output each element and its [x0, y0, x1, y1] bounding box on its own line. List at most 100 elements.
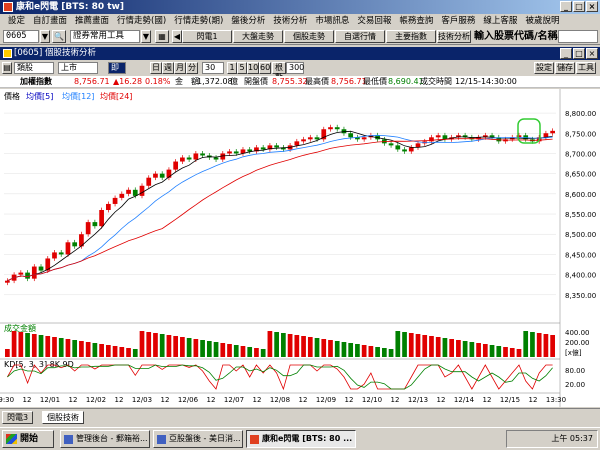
task-asia[interactable]: 亞股盤後 - 美日消... [153, 430, 243, 448]
task-kanghe-label: 康和e閃電 [BTS: 80 ... [262, 434, 353, 443]
toolbar-button-tech-analysis[interactable]: 技術分析 [437, 30, 471, 43]
volume-bar [25, 333, 30, 357]
candle-body [65, 242, 71, 255]
chart-window-icon [3, 49, 12, 58]
chart-svg[interactable]: 價格 均價[5] 均價[12] 均價[24] 8,800.00 8,750.00 8… [0, 89, 600, 407]
settings-button[interactable]: 設定 [534, 62, 554, 74]
volume-bar [85, 342, 91, 357]
volume-bar [132, 349, 138, 357]
code-input[interactable]: 0605 [3, 30, 39, 43]
menu-item-12[interactable]: 被歲說明 [521, 14, 563, 28]
start-button[interactable]: 開始 [2, 430, 54, 448]
minute-10-button[interactable]: 10 [247, 62, 259, 74]
volume-bar [159, 334, 165, 357]
save-button[interactable]: 儲存 [555, 62, 575, 74]
menu-item-11[interactable]: 線上客服 [479, 14, 521, 28]
period-week-button[interactable]: 週 [162, 62, 174, 74]
volume-bar [38, 335, 44, 357]
toolbar-button-watchlist[interactable]: 自選行情 [335, 30, 385, 43]
volume-bar [523, 331, 529, 357]
price-legend-ma12: 均價[12] [62, 91, 94, 101]
minute-1-button[interactable]: 1 [227, 62, 237, 74]
toolbar-button-market-trend[interactable]: 大盤走勢 [233, 30, 283, 43]
grid-icon[interactable]: ▦ [155, 30, 169, 43]
close-button[interactable]: × [586, 1, 598, 12]
volume-bar [45, 336, 51, 357]
inner-close-button[interactable]: × [586, 48, 598, 59]
tab-stock-tech[interactable]: 個股技術 [42, 411, 84, 424]
quote-high-label: 最高價 [305, 77, 329, 86]
count-input[interactable]: 300 [286, 62, 304, 74]
tab-flash3[interactable]: 閃電3 [2, 411, 34, 424]
toolbar-button-flash1[interactable]: 閃電1 [182, 30, 232, 43]
menu-item-7[interactable]: 市場訊息 [311, 14, 353, 28]
quote-low: 8,690.41 [388, 77, 424, 86]
stock-code-input[interactable] [558, 30, 598, 43]
volume-bar [99, 344, 104, 357]
candle-body [260, 147, 266, 150]
candle-body [233, 151, 239, 154]
volume-bar [355, 344, 360, 357]
x-tick-label: 12/14 [454, 396, 475, 404]
indicator-select[interactable]: 即 [108, 62, 126, 74]
arrow-left-icon[interactable]: ◀ [172, 30, 182, 43]
candle-body [31, 266, 37, 279]
minute-60-button[interactable]: 60 [259, 62, 271, 74]
period-day-button[interactable]: 日 [150, 62, 162, 74]
candle-body [186, 157, 192, 160]
quote-name: 加權指數 [20, 77, 52, 86]
menu-item-5[interactable]: 盤後分析 [227, 14, 269, 28]
volume-bar [11, 331, 17, 357]
inner-minimize-button[interactable]: _ [560, 48, 572, 59]
market-select[interactable]: 上市 [58, 62, 98, 74]
menu-item-4[interactable]: 行情走勢(期) [170, 14, 227, 28]
volume-bar [435, 337, 441, 357]
toolbar-button-main-index[interactable]: 主要指數 [386, 30, 436, 43]
stock-input-label: 輸入股票代碼/名稱: [474, 31, 562, 42]
kd-y-tick: 20.00 [565, 381, 585, 389]
tools-button[interactable]: 工具 [576, 62, 596, 74]
minimize-button[interactable]: _ [560, 1, 572, 12]
candle-body [294, 141, 300, 146]
dline-series [7, 364, 553, 390]
period-month-button[interactable]: 月 [174, 62, 186, 74]
app-icon [3, 2, 13, 12]
toolbar-button-stock-trend[interactable]: 個股走勢 [284, 30, 334, 43]
task-admin[interactable]: 管理後台 - 郵箱裕... [60, 430, 150, 448]
menu-item-6[interactable]: 技術分析 [269, 14, 311, 28]
maximize-button[interactable]: □ [573, 1, 585, 12]
category-icon[interactable]: ▤ [2, 62, 12, 74]
volume-bar [536, 333, 542, 357]
x-tick-label: 12/01 [40, 396, 60, 404]
x-tick-label: 12 [161, 396, 170, 404]
technical-chart[interactable]: 價格 均價[5] 均價[12] 均價[24] 8,800.00 8,750.00 8… [0, 89, 600, 407]
tool-dropdown-chevron-down-icon[interactable]: ▼ [141, 30, 151, 43]
menu-item-9[interactable]: 帳務查詢 [395, 14, 437, 28]
interval-select[interactable]: 30 [202, 62, 224, 74]
volume-bar [247, 347, 253, 357]
menu-item-1[interactable]: 自訂畫面 [29, 14, 71, 28]
search-icon[interactable]: 🔍 [52, 30, 66, 43]
volume-bar [530, 332, 535, 357]
volume-bar [294, 335, 300, 357]
candle-body [314, 137, 320, 140]
minute-5-button[interactable]: 5 [237, 62, 247, 74]
menu-item-10[interactable]: 客戶服務 [437, 14, 479, 28]
volume-bar [72, 340, 78, 357]
category-select[interactable]: 類股 [14, 62, 54, 74]
code-dropdown-chevron-down-icon[interactable]: ▼ [40, 30, 50, 43]
kd-title: KD[5, 3, 3] 8K 9D [4, 360, 74, 369]
kline-series [7, 364, 553, 391]
menu-item-0[interactable]: 設定 [4, 14, 29, 28]
inner-maximize-button[interactable]: □ [573, 48, 585, 59]
menu-item-3[interactable]: 行情走勢(國) [113, 14, 170, 28]
menu-item-8[interactable]: 交易回報 [353, 14, 395, 28]
tool-select[interactable]: 證券常用工具 [70, 30, 140, 43]
chart-control-row: ▤ 類股 上市 即 日 週 月 分 30 1 5 10 60 根數 300 設定… [0, 61, 600, 82]
period-minute-button[interactable]: 分 [186, 62, 198, 74]
menu-item-2[interactable]: 推薦畫面 [71, 14, 113, 28]
task-kanghe[interactable]: 康和e閃電 [BTS: 80 ... [246, 430, 356, 448]
volume-bar [267, 331, 273, 357]
candle-body [112, 197, 118, 204]
volume-bar [516, 349, 522, 357]
